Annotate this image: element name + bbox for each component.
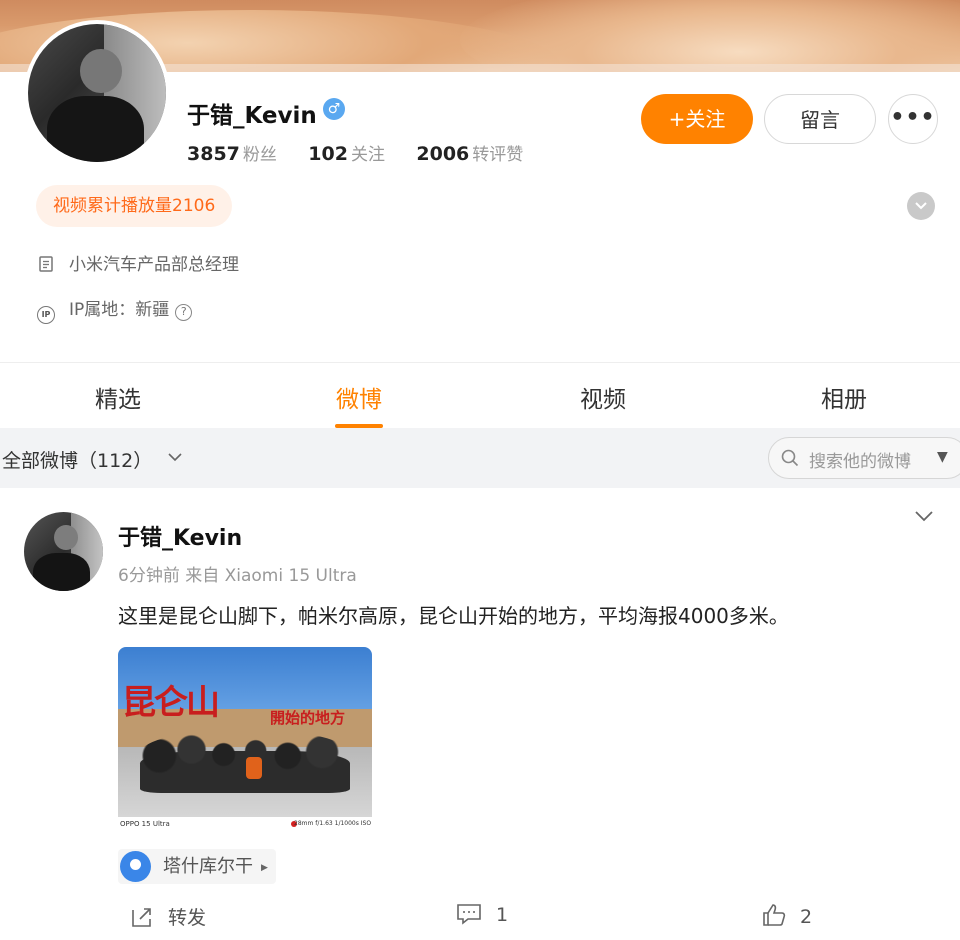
location-pin-icon <box>120 851 151 882</box>
post-text: 这里是昆仑山脚下，帕米尔高原，昆仑山开始的地方，平均海报4000多米。 <box>118 604 789 628</box>
section-divider <box>0 362 960 363</box>
following-stat[interactable]: 102 关注 <box>308 143 385 165</box>
post-author-name[interactable]: 于错_Kevin <box>118 520 242 552</box>
search-input[interactable]: 搜索他的微博 ▼ <box>768 437 960 479</box>
image-sign-main: 昆仑山 <box>122 683 220 723</box>
post-menu-chevron-icon[interactable] <box>914 506 934 527</box>
image-caption-left: OPPO 15 Ultra <box>120 820 170 828</box>
chevron-down-icon[interactable] <box>168 447 182 466</box>
post-author-avatar[interactable] <box>24 512 103 591</box>
gender-male-icon: ♂ <box>323 98 345 120</box>
tab-videos[interactable]: 视频 <box>543 380 663 414</box>
comment-icon <box>457 904 481 925</box>
ip-icon: IP <box>37 306 55 324</box>
ip-location: IP IP属地：新疆? <box>37 295 193 324</box>
profile-stats: 3857 粉丝 102 关注 2006 转评赞 <box>187 140 549 165</box>
all-weibo-filter[interactable]: 全部微博（112） <box>2 446 152 473</box>
tab-featured[interactable]: 精选 <box>58 380 178 414</box>
image-caption-right: 28mm f/1.63 1/1000s ISO <box>294 820 372 827</box>
location-label: 塔什库尔干 <box>163 856 253 877</box>
chevron-right-icon: ▶ <box>261 863 268 873</box>
location-tag[interactable]: 塔什库尔干 ▶ <box>118 849 276 884</box>
more-dots-icon[interactable]: ••• <box>888 94 938 144</box>
followers-stat[interactable]: 3857 粉丝 <box>187 143 277 165</box>
profile-name: 于错_Kevin <box>187 103 317 129</box>
post-image[interactable]: 昆仑山 開始的地方 OPPO 15 Ultra 28mm f/1.63 1/10… <box>118 647 372 836</box>
caret-down-icon[interactable]: ▼ <box>937 449 948 465</box>
share-button[interactable]: 转发 <box>130 903 206 930</box>
like-button[interactable]: 2 <box>762 903 812 928</box>
follow-button[interactable]: +关注 <box>641 94 753 144</box>
expand-chevron-icon[interactable] <box>907 192 935 220</box>
profile-description: 小米汽车产品部总经理 <box>37 250 239 275</box>
help-icon[interactable]: ? <box>175 304 193 321</box>
search-icon <box>781 449 799 467</box>
document-icon <box>39 256 53 272</box>
post-meta: 6分钟前 来自 Xiaomi 15 Ultra <box>118 566 357 586</box>
message-button[interactable]: 留言 <box>764 94 876 144</box>
share-icon <box>132 908 151 927</box>
image-sign-sub: 開始的地方 <box>270 709 346 727</box>
like-icon <box>763 904 786 926</box>
video-plays-badge[interactable]: 视频累计播放量2106 <box>36 185 233 227</box>
tab-albums[interactable]: 相册 <box>784 380 904 414</box>
reposts-stat[interactable]: 2006 转评赞 <box>416 143 523 165</box>
comment-button[interactable]: 1 <box>456 903 508 926</box>
search-placeholder: 搜索他的微博 <box>809 452 911 472</box>
profile-avatar[interactable] <box>24 20 170 166</box>
tab-weibo[interactable]: 微博 <box>299 380 419 414</box>
